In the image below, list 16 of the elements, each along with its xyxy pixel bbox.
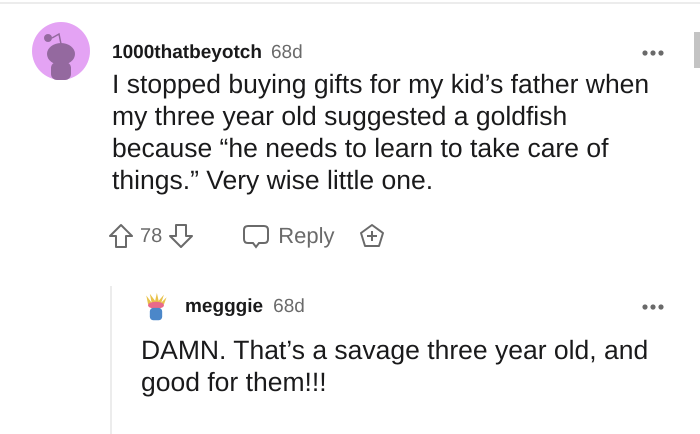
comment-age: 68d [270, 42, 303, 64]
more-options-icon[interactable] [642, 304, 664, 310]
award-icon[interactable] [358, 223, 384, 249]
comment-age: 68d [273, 296, 305, 318]
downvote-icon[interactable] [168, 223, 194, 249]
username[interactable]: megggie [185, 296, 264, 318]
upvote-icon[interactable] [108, 223, 134, 249]
speech-bubble-icon [242, 222, 270, 250]
scrollbar[interactable] [694, 32, 700, 68]
avatar-icon [32, 22, 90, 80]
vote-count: 78 [140, 224, 162, 248]
reply-button[interactable]: Reply [242, 222, 334, 250]
comment-text: I stopped buying gifts for my kid’s father when my three year old suggested a goldfish because “he needs to learn to take care of things.” Very wise little one. [112, 68, 650, 196]
more-options-icon[interactable] [642, 50, 664, 56]
username[interactable]: 1000thatbeyotch [112, 42, 262, 64]
comment-text: DAMN. That’s a savage three year old, and good for them!!! [141, 334, 650, 398]
